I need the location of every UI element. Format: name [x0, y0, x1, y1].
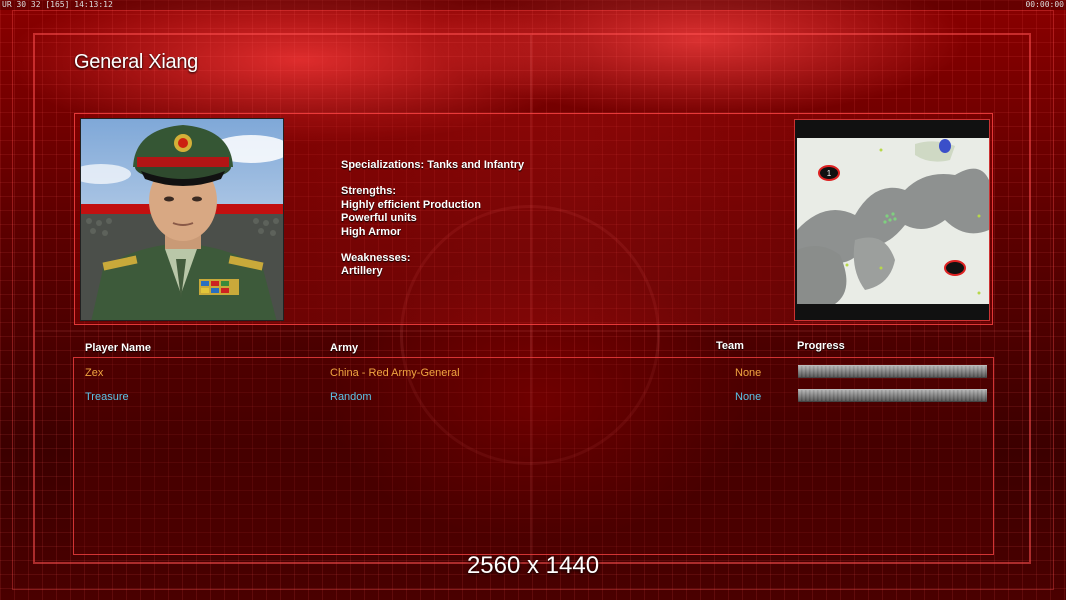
general-portrait	[80, 118, 284, 321]
weakness-item: Artillery	[341, 265, 383, 278]
col-team: Team	[716, 340, 744, 352]
player-army: Random	[330, 391, 372, 403]
player-progress-bar	[798, 365, 987, 378]
strengths-heading: Strengths:	[341, 185, 396, 198]
resolution-label: 2560 x 1440	[466, 552, 600, 579]
debug-bar: UR 30 32 [165] 14:13:12 00:00:00	[0, 0, 1066, 10]
crosshair-horizontal	[35, 330, 1031, 332]
debug-right-text: 00:00:00	[1025, 0, 1064, 9]
player-army: China - Red Army-General	[330, 367, 460, 379]
map-preview: 1	[794, 119, 990, 321]
general-description: Specializations: Tanks and Infantry Stre…	[341, 159, 741, 279]
strength-item: Highly efficient Production	[341, 198, 481, 211]
start-marker-label: 1	[827, 169, 832, 178]
players-panel	[73, 357, 994, 555]
player-name: Treasure	[85, 391, 129, 403]
weaknesses-heading: Weaknesses:	[341, 252, 411, 265]
col-progress: Progress	[797, 340, 845, 352]
general-title: General Xiang	[74, 51, 198, 73]
specializations-text: Specializations: Tanks and Infantry	[341, 159, 525, 171]
player-team: None	[735, 391, 762, 403]
strength-item: High Armor	[341, 225, 402, 238]
player-progress-bar	[798, 389, 987, 402]
player-name: Zex	[85, 367, 104, 379]
strength-item: Powerful units	[341, 212, 417, 225]
debug-left-text: UR 30 32 [165] 14:13:12	[2, 0, 113, 9]
col-army: Army	[330, 342, 359, 354]
col-player-name: Player Name	[85, 342, 152, 354]
progress-fill	[798, 366, 987, 377]
player-team: None	[735, 367, 762, 379]
progress-fill	[798, 390, 987, 401]
